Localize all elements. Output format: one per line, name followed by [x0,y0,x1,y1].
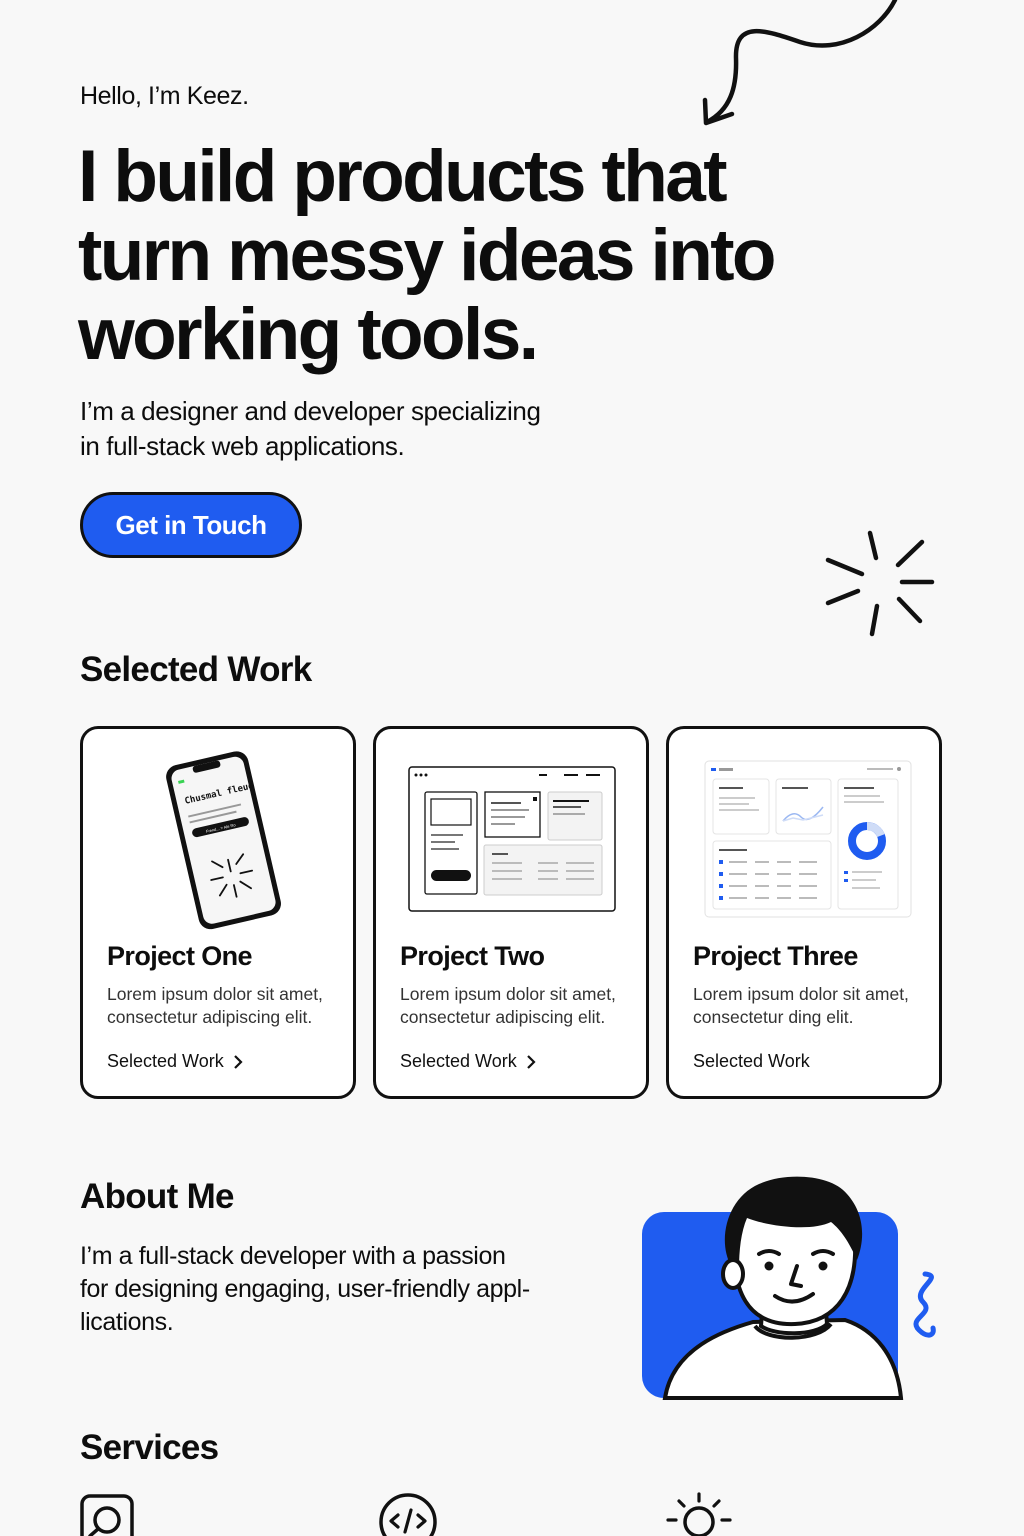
lightbulb-icon [666,1492,732,1536]
project-link[interactable]: Selected Work [107,1051,244,1072]
project-link-label: Selected Work [693,1051,810,1071]
project-description: Lorem ipsum dolor sit amet, consectetur … [400,984,616,1027]
chevron-right-icon [526,1054,536,1069]
project-link-label: Selected Work [400,1051,517,1071]
project-title: Project One [107,941,253,971]
avatar-illustration [642,1176,936,1400]
services-heading: Services [80,1428,219,1467]
squiggle-arrow-doodle [702,0,898,126]
hero-headline: I build products that turn messy ideas i… [78,137,838,374]
project-title: Project Two [400,941,545,971]
sparkle-doodle [825,530,935,637]
greeting-text: Hello, I’m Keez. [80,82,249,110]
get-in-touch-button[interactable]: Get in Touch [80,492,302,558]
chevron-right-icon [233,1054,243,1069]
project-title: Project Three [693,941,858,971]
project-link-label: Selected Work [107,1051,224,1071]
project-description: Lorem ipsum dolor sit amet, consectetur … [693,984,909,1027]
subtitle-line: in full-stack web applications. [80,431,405,461]
headline-line: I build products that [78,136,728,217]
about-text: I’m a full-stack developer with a passio… [80,1240,560,1339]
search-icon [80,1494,134,1536]
hero-subtitle: I’m a designer and developer specializin… [80,394,640,464]
code-icon [379,1493,437,1536]
project-card-one[interactable]: Chusmal fleue Frend... > Ale Ro Project … [80,726,356,1099]
selected-work-heading: Selected Work [80,650,312,689]
about-line: I’m a full-stack developer with a passio… [80,1242,506,1270]
about-heading: About Me [80,1177,235,1216]
project-link[interactable]: Selected Work [400,1051,537,1072]
dashboard-mockup-image [704,760,912,918]
headline-line: working tools. [78,294,539,375]
project-card-three[interactable]: Project Three Lorem ipsum dolor sit amet… [666,726,942,1099]
browser-mockup-image [408,766,616,912]
project-card-two[interactable]: Project Two Lorem ipsum dolor sit amet, … [373,726,649,1099]
project-link[interactable]: Selected Work [693,1051,810,1072]
subtitle-line: I’m a designer and developer specializin… [80,396,541,426]
headline-line: turn messy ideas into [78,215,777,296]
phone-mockup-image: Chusmal fleue Frend... > Ale Ro [166,751,281,930]
project-description: Lorem ipsum dolor sit amet, consectetur … [107,984,323,1027]
about-line: lications. [80,1308,174,1336]
about-line: for designing engaging, user-friendly ap… [80,1275,530,1303]
